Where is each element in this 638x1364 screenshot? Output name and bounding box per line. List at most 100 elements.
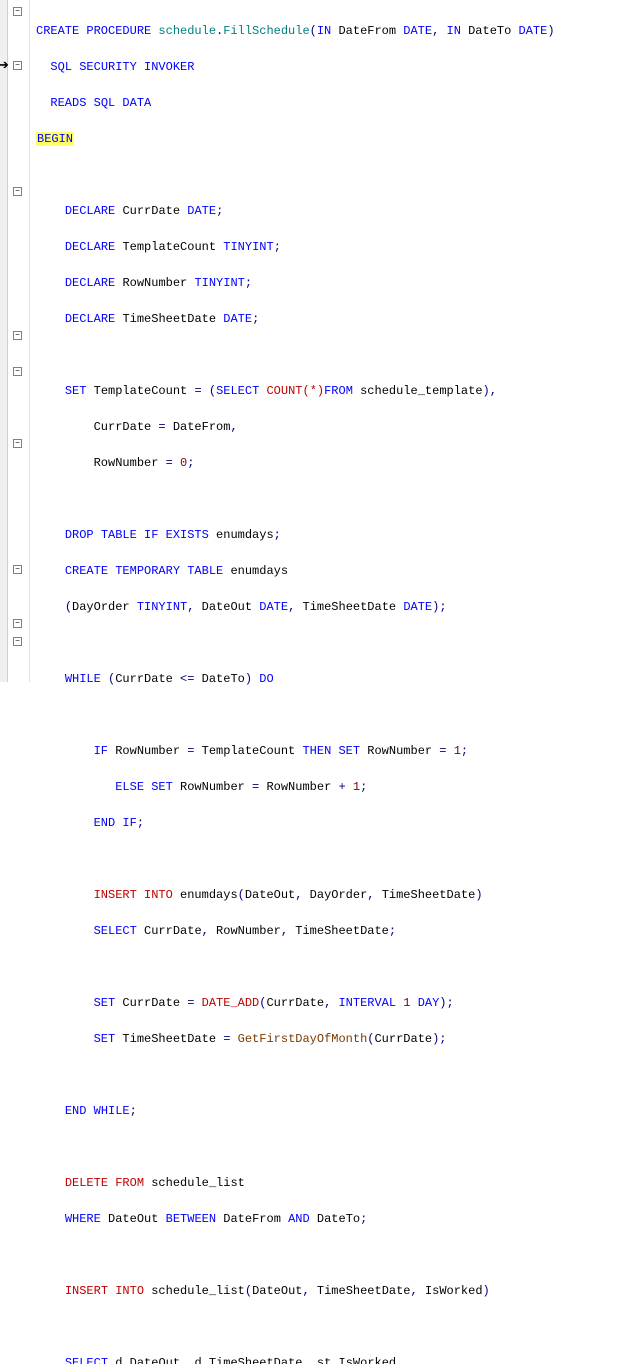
keyword: DECLARE bbox=[65, 204, 115, 218]
identifier: DateTo bbox=[468, 24, 511, 38]
punct: ( bbox=[367, 1032, 374, 1046]
identifier: TemplateCount bbox=[94, 384, 188, 398]
identifier: DateOut bbox=[252, 1284, 302, 1298]
keyword: WHERE bbox=[65, 1212, 101, 1226]
punct: , bbox=[432, 24, 439, 38]
fold-toggle[interactable]: − bbox=[13, 565, 22, 574]
code-text[interactable]: CREATE PROCEDURE schedule.FillSchedule(I… bbox=[30, 0, 638, 682]
number: 1 bbox=[403, 996, 410, 1010]
number: 1 bbox=[353, 780, 360, 794]
code-editor: − ➔ − − − − − − − − CREATE PROCEDURE sch… bbox=[0, 0, 638, 682]
fold-toggle[interactable]: − bbox=[13, 619, 22, 628]
identifier: d bbox=[115, 1356, 122, 1364]
identifier: TimeSheetDate bbox=[209, 1356, 303, 1364]
identifier: CurrDate bbox=[374, 1032, 432, 1046]
keyword: DELETE FROM bbox=[65, 1176, 144, 1190]
keyword: DECLARE bbox=[65, 312, 115, 326]
fold-toggle[interactable]: − bbox=[13, 367, 22, 376]
identifier: DateFrom bbox=[338, 24, 396, 38]
op: = bbox=[439, 744, 446, 758]
punct: ) bbox=[475, 888, 482, 902]
type: DATE bbox=[259, 600, 288, 614]
fold-toggle[interactable]: − bbox=[13, 7, 22, 16]
identifier: IsWorked bbox=[425, 1284, 483, 1298]
identifier: CurrDate bbox=[122, 204, 180, 218]
identifier: CurrDate bbox=[122, 996, 180, 1010]
identifier: schedule_list bbox=[151, 1284, 245, 1298]
keyword: INSERT INTO bbox=[94, 888, 173, 902]
type: TINYINT bbox=[137, 600, 187, 614]
punct: . bbox=[122, 1356, 129, 1364]
keyword: SET bbox=[94, 1032, 116, 1046]
punct: ; bbox=[216, 204, 223, 218]
identifier: DateFrom bbox=[223, 1212, 281, 1226]
punct: . bbox=[331, 1356, 338, 1364]
identifier: TemplateCount bbox=[122, 240, 216, 254]
func: DATE_ADD bbox=[202, 996, 260, 1010]
type: DATE bbox=[187, 204, 216, 218]
identifier: st bbox=[317, 1356, 331, 1364]
type: DATE bbox=[403, 600, 432, 614]
op: = bbox=[187, 744, 194, 758]
punct: , bbox=[367, 888, 374, 902]
keyword: IN bbox=[447, 24, 461, 38]
identifier: TemplateCount bbox=[202, 744, 296, 758]
identifier: d bbox=[194, 1356, 201, 1364]
keyword: DROP TABLE IF EXISTS bbox=[65, 528, 209, 542]
keyword: END WHILE bbox=[65, 1104, 130, 1118]
punct: ( bbox=[65, 600, 72, 614]
op: = bbox=[187, 996, 194, 1010]
op: = bbox=[194, 384, 201, 398]
identifier: FillSchedule bbox=[223, 24, 309, 38]
op: + bbox=[338, 780, 345, 794]
fold-toggle[interactable]: − bbox=[13, 331, 22, 340]
identifier: DateOut bbox=[108, 1212, 158, 1226]
keyword: DAY bbox=[418, 996, 440, 1010]
fold-toggle[interactable]: − bbox=[13, 637, 22, 646]
keyword: WHILE bbox=[65, 672, 101, 686]
identifier: DateTo bbox=[317, 1212, 360, 1226]
keyword: DECLARE bbox=[65, 240, 115, 254]
punct: . bbox=[202, 1356, 209, 1364]
keyword: END IF bbox=[94, 816, 137, 830]
punct: , bbox=[230, 420, 237, 434]
identifier: CurrDate bbox=[266, 996, 324, 1010]
punct: , bbox=[180, 1356, 187, 1364]
punct: ), bbox=[483, 384, 497, 398]
identifier: enumdays bbox=[180, 888, 238, 902]
identifier: IsWorked bbox=[339, 1356, 397, 1364]
punct: ( bbox=[238, 888, 245, 902]
punct: ; bbox=[252, 312, 259, 326]
fold-toggle[interactable]: − bbox=[13, 439, 22, 448]
keyword: SELECT bbox=[94, 924, 137, 938]
type: TINYINT bbox=[223, 240, 273, 254]
identifier: TimeSheetDate bbox=[317, 1284, 411, 1298]
punct: ; bbox=[245, 276, 252, 290]
keyword: READS SQL DATA bbox=[50, 96, 151, 110]
punct: ) bbox=[245, 672, 252, 686]
op: = bbox=[158, 420, 165, 434]
type: TINYINT bbox=[194, 276, 244, 290]
keyword: INSERT INTO bbox=[65, 1284, 144, 1298]
keyword-highlighted: BEGIN bbox=[36, 132, 74, 146]
keyword: BETWEEN bbox=[166, 1212, 216, 1226]
identifier: DateOut bbox=[202, 600, 252, 614]
punct: , bbox=[295, 888, 302, 902]
punct: ; bbox=[274, 528, 281, 542]
identifier: RowNumber bbox=[216, 924, 281, 938]
identifier: schedule_list bbox=[151, 1176, 245, 1190]
identifier: RowNumber bbox=[122, 276, 187, 290]
punct: ( bbox=[259, 996, 266, 1010]
keyword: ELSE SET bbox=[115, 780, 173, 794]
punct: , bbox=[187, 600, 194, 614]
punct: , bbox=[324, 996, 331, 1010]
punct: , bbox=[302, 1284, 309, 1298]
fold-toggle[interactable]: − bbox=[13, 187, 22, 196]
fold-toggle[interactable]: − bbox=[13, 61, 22, 70]
keyword: THEN SET bbox=[302, 744, 360, 758]
punct: ) bbox=[483, 1284, 490, 1298]
op: <= bbox=[180, 672, 194, 686]
identifier: DateOut bbox=[245, 888, 295, 902]
keyword: FROM bbox=[324, 384, 353, 398]
identifier: CurrDate bbox=[94, 420, 152, 434]
